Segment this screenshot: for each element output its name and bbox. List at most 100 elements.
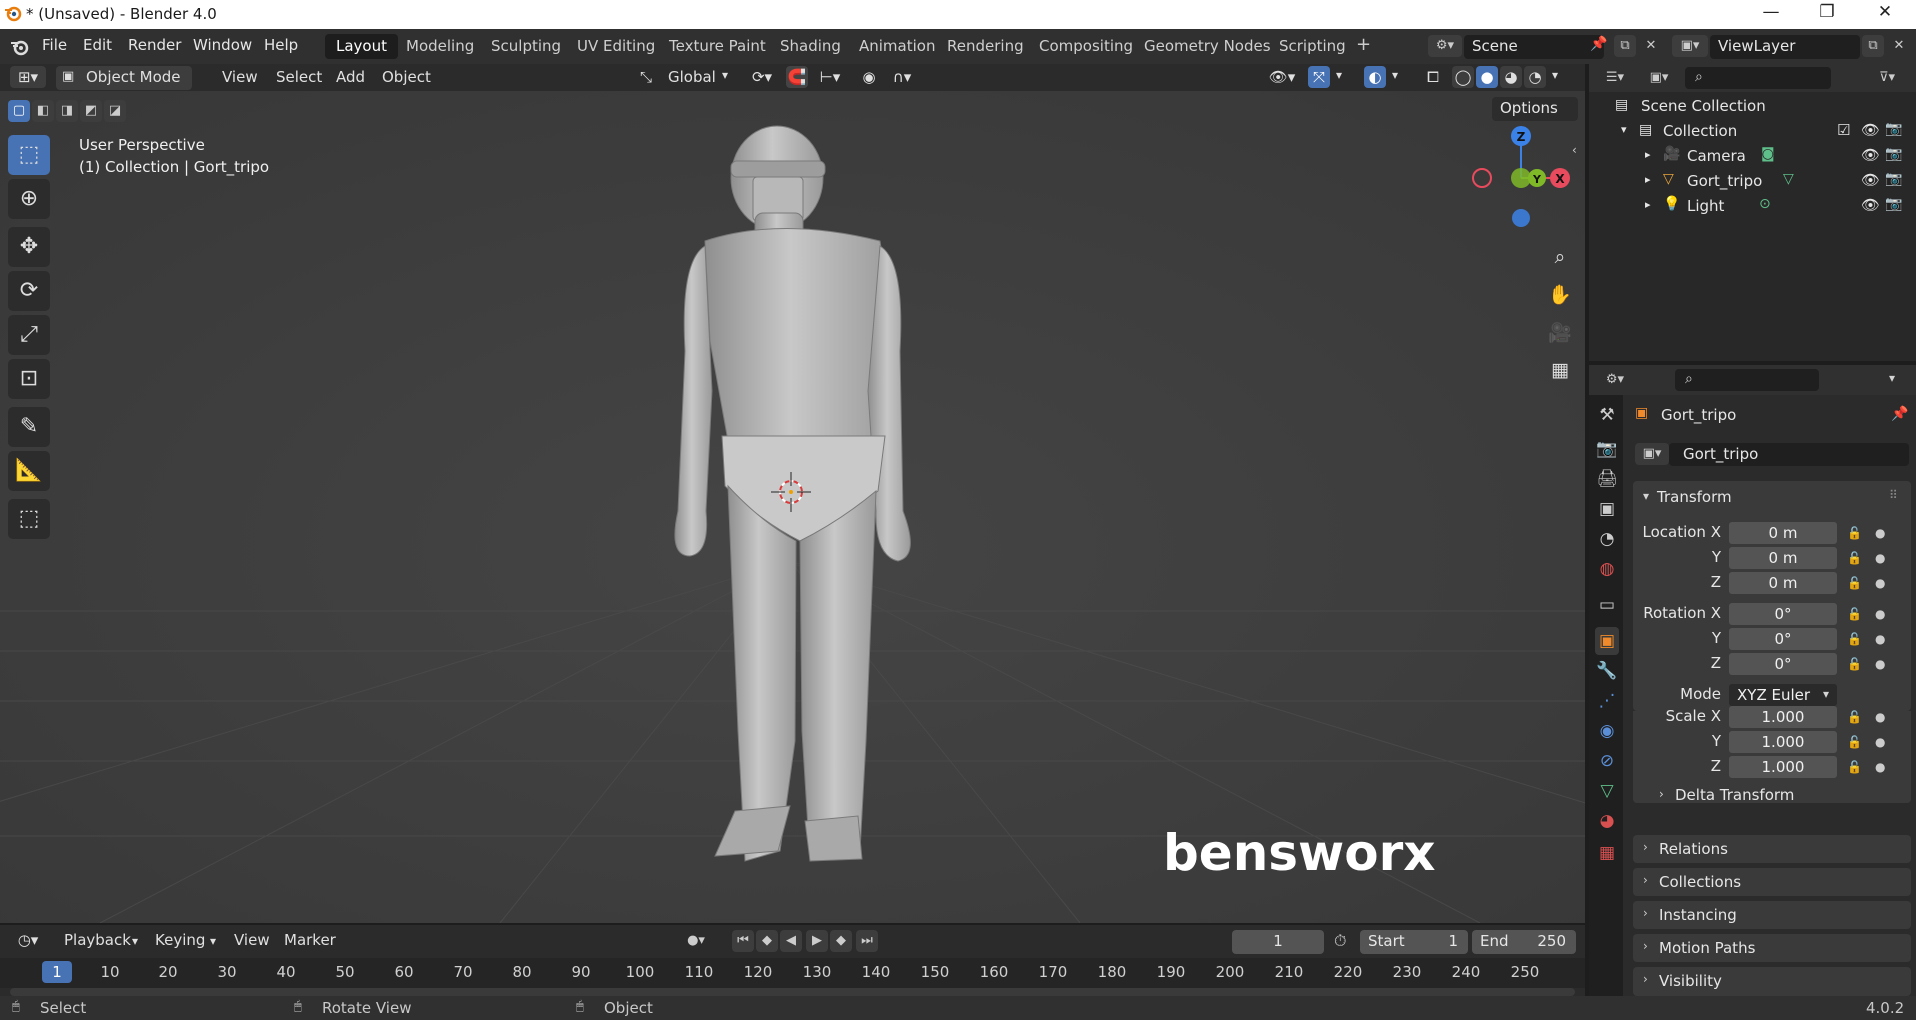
lock-icon[interactable]: 🔓 [1847, 526, 1862, 540]
play-reverse-icon[interactable]: ◀ [780, 930, 802, 952]
outliner-editor-type-icon[interactable]: ☰▾ [1597, 67, 1633, 89]
tab-sculpting[interactable]: Sculpting [480, 34, 572, 59]
render-camera-icon[interactable]: 📷 [1885, 171, 1902, 187]
properties-search-input[interactable] [1675, 369, 1819, 391]
timeline-editor-type-icon[interactable]: ◷▾ [10, 929, 46, 951]
visibility-eye-icon[interactable]: 👁 [1861, 146, 1880, 164]
select-intersect-icon[interactable]: ◪ [104, 100, 126, 122]
select-subtract-icon[interactable]: ◨ [56, 100, 78, 122]
lock-icon[interactable]: 🔓 [1847, 576, 1862, 590]
properties-editor-type-icon[interactable]: ⚙▾ [1597, 369, 1633, 391]
end-frame-field[interactable]: End 250 [1472, 930, 1576, 954]
rotation-mode-dropdown[interactable]: XYZ Euler [1729, 684, 1837, 706]
texture-tab-icon[interactable]: ▦ [1595, 839, 1619, 867]
annotate-tool-icon[interactable]: ✎ [8, 407, 50, 447]
object-tab-icon[interactable]: ▣ [1595, 627, 1619, 655]
relations-section[interactable]: › Relations [1633, 835, 1911, 863]
mode-dropdown[interactable]: Object Mode [56, 66, 192, 90]
lock-icon[interactable]: 🔓 [1847, 607, 1862, 621]
tab-rendering[interactable]: Rendering [936, 34, 1035, 59]
view-layer-field[interactable]: ViewLayer [1710, 35, 1860, 59]
keyframe-dot-icon[interactable]: ● [1875, 710, 1885, 724]
menu-object[interactable]: Object [382, 68, 431, 86]
lock-icon[interactable]: 🔓 [1847, 657, 1862, 671]
world-tab-icon[interactable]: ◍ [1595, 555, 1619, 583]
delta-transform-header[interactable]: Delta Transform [1675, 786, 1794, 804]
expand-icon[interactable]: ▸ [1645, 173, 1651, 186]
motion-paths-section[interactable]: › Motion Paths [1633, 934, 1911, 962]
pan-hand-icon[interactable]: ✋ [1543, 278, 1577, 312]
outliner-row-camera[interactable]: ▸ 🎥 Camera ◙ 👁 📷 [1589, 145, 1916, 170]
next-keyframe-icon[interactable]: ◆ [830, 930, 852, 952]
render-camera-icon[interactable]: 📷 [1885, 121, 1902, 137]
measure-tool-icon[interactable]: 📐 [8, 451, 50, 491]
delete-view-layer-icon[interactable]: ✕ [1888, 35, 1910, 57]
cursor-tool-icon[interactable]: ⊕ [8, 179, 50, 219]
lock-icon[interactable]: 🔓 [1847, 710, 1862, 724]
rotation-z-field[interactable]: 0° [1729, 653, 1837, 675]
lock-icon[interactable]: 🔓 [1847, 735, 1862, 749]
menu-marker[interactable]: Marker [284, 931, 336, 949]
orientation-dropdown[interactable]: Global [668, 68, 716, 86]
tab-scripting[interactable]: Scripting [1268, 34, 1357, 59]
visibility-eye-icon[interactable]: 👁 [1861, 171, 1880, 189]
keyframe-dot-icon[interactable]: ● [1875, 607, 1885, 621]
expand-icon[interactable]: ▸ [1645, 148, 1651, 161]
menu-select[interactable]: Select [276, 68, 322, 86]
rendered-shading-icon[interactable]: ◔ [1524, 66, 1546, 88]
blender-menu-icon[interactable] [10, 37, 30, 57]
pin-icon[interactable]: 📌 [1590, 36, 1607, 52]
snap-icon[interactable]: 🧲 [786, 66, 808, 88]
rotation-y-field[interactable]: 0° [1729, 628, 1837, 650]
tab-animation[interactable]: Animation [848, 34, 946, 59]
expand-icon[interactable]: › [1659, 787, 1664, 801]
location-y-field[interactable]: 0 m [1729, 547, 1837, 569]
tool-tab-icon[interactable]: ⚒ [1595, 401, 1619, 429]
particles-tab-icon[interactable]: ⋰ [1595, 687, 1619, 715]
close-button[interactable]: ✕ [1862, 2, 1908, 27]
menu-edit[interactable]: Edit [83, 36, 112, 54]
view-layer-tab-icon[interactable]: ▣ [1595, 495, 1619, 523]
new-view-layer-icon[interactable]: ⧉ [1862, 35, 1884, 57]
scale-z-field[interactable]: 1.000 [1729, 756, 1837, 778]
new-scene-icon[interactable]: ⧉ [1614, 35, 1636, 57]
overlays-dropdown-icon[interactable]: ▾ [1392, 68, 1398, 82]
light-data-icon[interactable]: ⊙ [1759, 196, 1771, 212]
lock-icon[interactable]: 🔓 [1847, 632, 1862, 646]
falloff-icon[interactable]: ∩▾ [884, 66, 920, 88]
object-name-field[interactable]: Gort_tripo [1669, 443, 1909, 466]
tab-geometry-nodes[interactable]: Geometry Nodes [1133, 34, 1282, 59]
proportional-edit-icon[interactable]: ◉ [858, 66, 880, 88]
select-extend-icon[interactable]: ◧ [32, 100, 54, 122]
visibility-icon[interactable]: 👁▾ [1264, 66, 1300, 88]
overlays-toggle-icon[interactable]: ◐ [1364, 66, 1386, 88]
zoom-icon[interactable]: ⌕ [1543, 240, 1577, 274]
start-frame-field[interactable]: Start 1 [1360, 930, 1468, 954]
3d-viewport[interactable]: ▢ ◧ ◨ ◩ ◪ User Perspective (1) Collectio… [0, 91, 1585, 923]
tab-compositing[interactable]: Compositing [1028, 34, 1144, 59]
menu-view[interactable]: View [222, 68, 258, 86]
keyframe-dot-icon[interactable]: ● [1875, 551, 1885, 565]
delete-scene-icon[interactable]: ✕ [1640, 35, 1662, 57]
outliner-row-light[interactable]: ▸ 💡 Light ⊙ 👁 📷 [1589, 195, 1916, 220]
filter-icon[interactable]: ⊽▾ [1869, 67, 1905, 89]
physics-tab-icon[interactable]: ◉ [1595, 717, 1619, 745]
scene-tab-icon[interactable]: ◔ [1595, 525, 1619, 553]
tab-modeling[interactable]: Modeling [395, 34, 485, 59]
jump-end-icon[interactable]: ⏭ [856, 930, 878, 952]
render-camera-icon[interactable]: 📷 [1885, 196, 1902, 212]
scale-tool-icon[interactable]: ⤢ [8, 315, 50, 355]
tab-texture-paint[interactable]: Texture Paint [658, 34, 777, 59]
sidebar-toggle-icon[interactable]: ‹ [1572, 143, 1577, 157]
play-icon[interactable]: ▶ [806, 930, 828, 952]
menu-file[interactable]: File [42, 36, 67, 54]
view-layer-selector-icon[interactable]: ▣▾ [1672, 35, 1708, 57]
camera-data-icon[interactable]: ◙ [1761, 146, 1775, 162]
snap-target-icon[interactable]: ⊢▾ [812, 66, 848, 88]
scale-x-field[interactable]: 1.000 [1729, 706, 1837, 728]
transform-header[interactable]: Transform [1657, 488, 1732, 506]
render-camera-icon[interactable]: 📷 [1885, 146, 1902, 162]
minimize-button[interactable]: — [1748, 2, 1794, 27]
navigation-gizmo[interactable]: Z X Y [1466, 117, 1576, 237]
material-shading-icon[interactable]: ◕ [1500, 66, 1522, 88]
